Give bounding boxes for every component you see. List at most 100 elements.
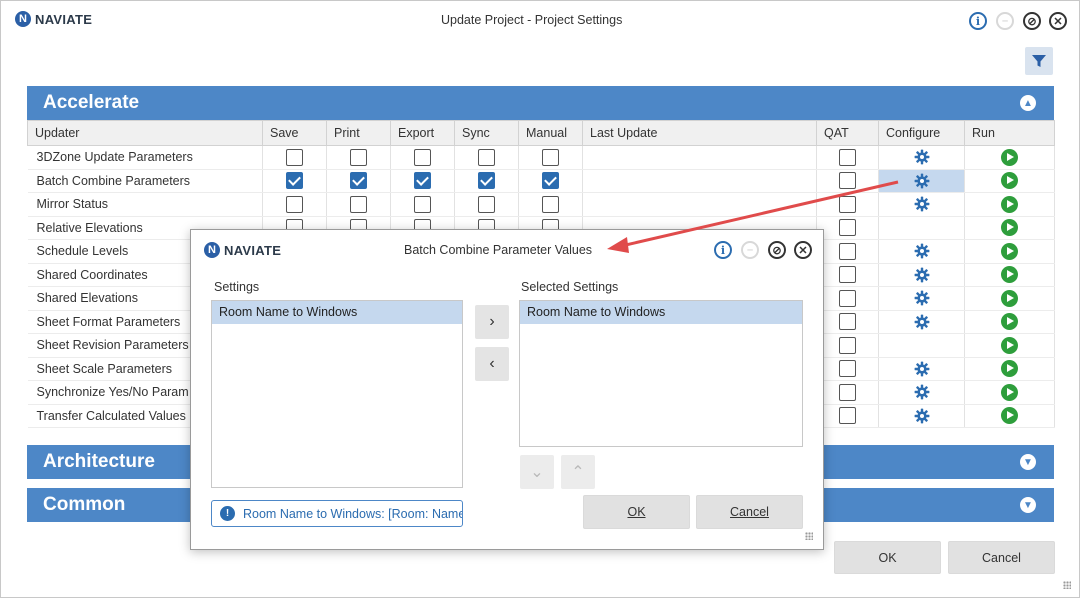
gear-icon[interactable] [914,173,930,189]
qat-checkbox[interactable] [839,195,856,213]
run-icon[interactable] [1001,360,1018,378]
selected-settings-list[interactable]: Room Name to Windows [519,300,803,447]
qat-checkbox[interactable] [839,242,856,260]
sync-checkbox[interactable] [478,172,495,190]
chevron-down-icon[interactable]: ▼ [1020,454,1036,470]
header-configure[interactable]: Configure [878,120,965,146]
table-row[interactable]: Batch Combine Parameters [27,169,1055,193]
list-item[interactable]: Room Name to Windows [212,301,462,324]
gear-icon[interactable] [914,267,930,283]
naviate-logo: N NAVIATE [15,11,92,27]
sync-checkbox[interactable] [478,195,495,213]
cell-qat [816,404,879,428]
header-manual[interactable]: Manual [518,120,583,146]
run-icon[interactable] [1001,336,1018,354]
qat-checkbox[interactable] [839,172,856,190]
run-icon[interactable] [1001,242,1018,260]
run-icon[interactable] [1001,266,1018,284]
print-checkbox[interactable] [350,172,367,190]
qat-checkbox[interactable] [839,407,856,425]
section-title: Common [43,494,126,515]
cell-qat [816,286,879,311]
table-row[interactable]: 3DZone Update Parameters [27,145,1055,170]
header-save[interactable]: Save [262,120,327,146]
gear-icon[interactable] [914,243,930,259]
manual-checkbox[interactable] [542,148,559,166]
save-checkbox[interactable] [286,195,303,213]
run-icon[interactable] [1001,195,1018,213]
restore-icon[interactable]: ⊘ [768,241,786,259]
run-icon[interactable] [1001,289,1018,307]
run-icon[interactable] [1001,383,1018,401]
qat-checkbox[interactable] [839,313,856,331]
save-checkbox[interactable] [286,148,303,166]
batch-combine-dialog: N NAVIATE Batch Combine Parameter Values… [190,229,824,550]
qat-checkbox[interactable] [839,266,856,284]
cell-sync [454,169,519,193]
gear-icon[interactable] [914,384,930,400]
resize-grip[interactable] [1063,581,1071,589]
close-icon[interactable]: ✕ [794,241,812,259]
chevron-up-icon[interactable]: ▲ [1020,95,1036,111]
export-checkbox[interactable] [414,172,431,190]
qat-checkbox[interactable] [839,289,856,307]
move-up-button[interactable]: ⌃ [561,455,595,489]
gear-icon[interactable] [914,149,930,165]
table-row[interactable]: Mirror Status [27,192,1055,217]
cell-configure [878,286,965,311]
move-right-button[interactable]: › [475,305,509,339]
qat-checkbox[interactable] [839,360,856,378]
list-item[interactable]: Room Name to Windows [520,301,802,324]
qat-checkbox[interactable] [839,336,856,354]
close-icon[interactable]: ✕ [1049,12,1067,30]
settings-list[interactable]: Room Name to Windows [211,300,463,488]
header-export[interactable]: Export [390,120,455,146]
header-run[interactable]: Run [964,120,1055,146]
minimize-icon[interactable]: – [996,12,1014,30]
qat-checkbox[interactable] [839,219,856,237]
header-last-update[interactable]: Last Update [582,120,817,146]
restore-icon[interactable]: ⊘ [1023,12,1041,30]
dialog-ok-button[interactable]: OK [583,495,690,529]
manual-checkbox[interactable] [542,195,559,213]
header-qat[interactable]: QAT [816,120,879,146]
cell-save [262,145,327,170]
header-print[interactable]: Print [326,120,391,146]
run-icon[interactable] [1001,407,1018,425]
section-accelerate[interactable]: Accelerate ▲ [27,86,1054,120]
run-icon[interactable] [1001,313,1018,331]
resize-grip[interactable] [805,532,813,540]
gear-icon[interactable] [914,314,930,330]
info-icon[interactable]: i [969,12,987,30]
info-icon[interactable]: i [714,241,732,259]
dialog-title: Batch Combine Parameter Values [404,243,593,257]
cancel-button[interactable]: Cancel [948,541,1055,574]
header-updater[interactable]: Updater [27,120,263,146]
filter-button[interactable] [1025,47,1053,75]
gear-icon[interactable] [914,290,930,306]
gear-icon[interactable] [914,408,930,424]
run-icon[interactable] [1001,148,1018,166]
header-sync[interactable]: Sync [454,120,519,146]
move-left-button[interactable]: ‹ [475,347,509,381]
gear-icon[interactable] [914,196,930,212]
print-checkbox[interactable] [350,148,367,166]
qat-checkbox[interactable] [839,383,856,401]
ok-button[interactable]: OK [834,541,941,574]
export-checkbox[interactable] [414,148,431,166]
export-checkbox[interactable] [414,195,431,213]
run-icon[interactable] [1001,219,1018,237]
print-checkbox[interactable] [350,195,367,213]
minimize-icon[interactable]: – [741,241,759,259]
manual-checkbox[interactable] [542,172,559,190]
dialog-cancel-button[interactable]: Cancel [696,495,803,529]
gear-icon[interactable] [914,361,930,377]
chevron-down-icon[interactable]: ▼ [1020,497,1036,513]
save-checkbox[interactable] [286,172,303,190]
qat-checkbox[interactable] [839,148,856,166]
logo-text: NAVIATE [224,242,282,258]
move-down-button[interactable]: ⌄ [520,455,554,489]
sync-checkbox[interactable] [478,148,495,166]
run-icon[interactable] [1001,172,1018,190]
table-header-row: Updater Save Print Export Sync Manual La… [27,120,1055,146]
